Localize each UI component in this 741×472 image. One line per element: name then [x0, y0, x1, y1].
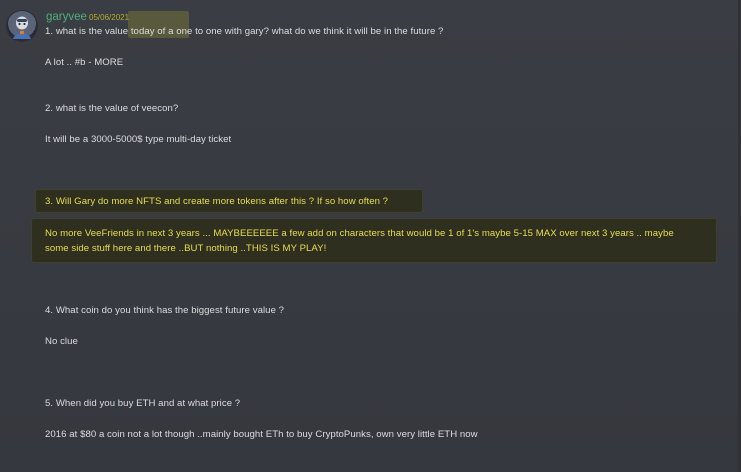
answer-2: It will be a 3000-5000$ type multi-day t…: [45, 134, 232, 145]
highlight-answer-3: [32, 219, 716, 262]
question-3: 3. Will Gary do more NFTS and create mor…: [45, 196, 389, 207]
question-1: 1. what is the value today of a one to o…: [45, 26, 444, 37]
timestamp[interactable]: 05/06/2021: [89, 13, 129, 22]
question-5: 5. When did you buy ETH and at what pric…: [45, 398, 241, 409]
answer-1: A lot .. #b - MORE: [45, 57, 124, 68]
answer-3-line-2: some side stuff here and there ..BUT not…: [45, 243, 327, 254]
avatar[interactable]: [7, 11, 37, 41]
username[interactable]: garyvee: [46, 11, 87, 23]
answer-3-line-1: No more VeeFriends in next 3 years ... M…: [45, 228, 674, 239]
question-4: 4. What coin do you think has the bigges…: [45, 305, 285, 316]
question-2: 2. what is the value of veecon?: [45, 103, 179, 114]
answer-5: 2016 at $80 a coin not a lot though ..ma…: [45, 429, 478, 440]
avatar-icon: [13, 16, 31, 39]
answer-4: No clue: [45, 336, 78, 347]
chat-message: garyvee 05/06/2021 1. what is the value …: [0, 0, 741, 472]
